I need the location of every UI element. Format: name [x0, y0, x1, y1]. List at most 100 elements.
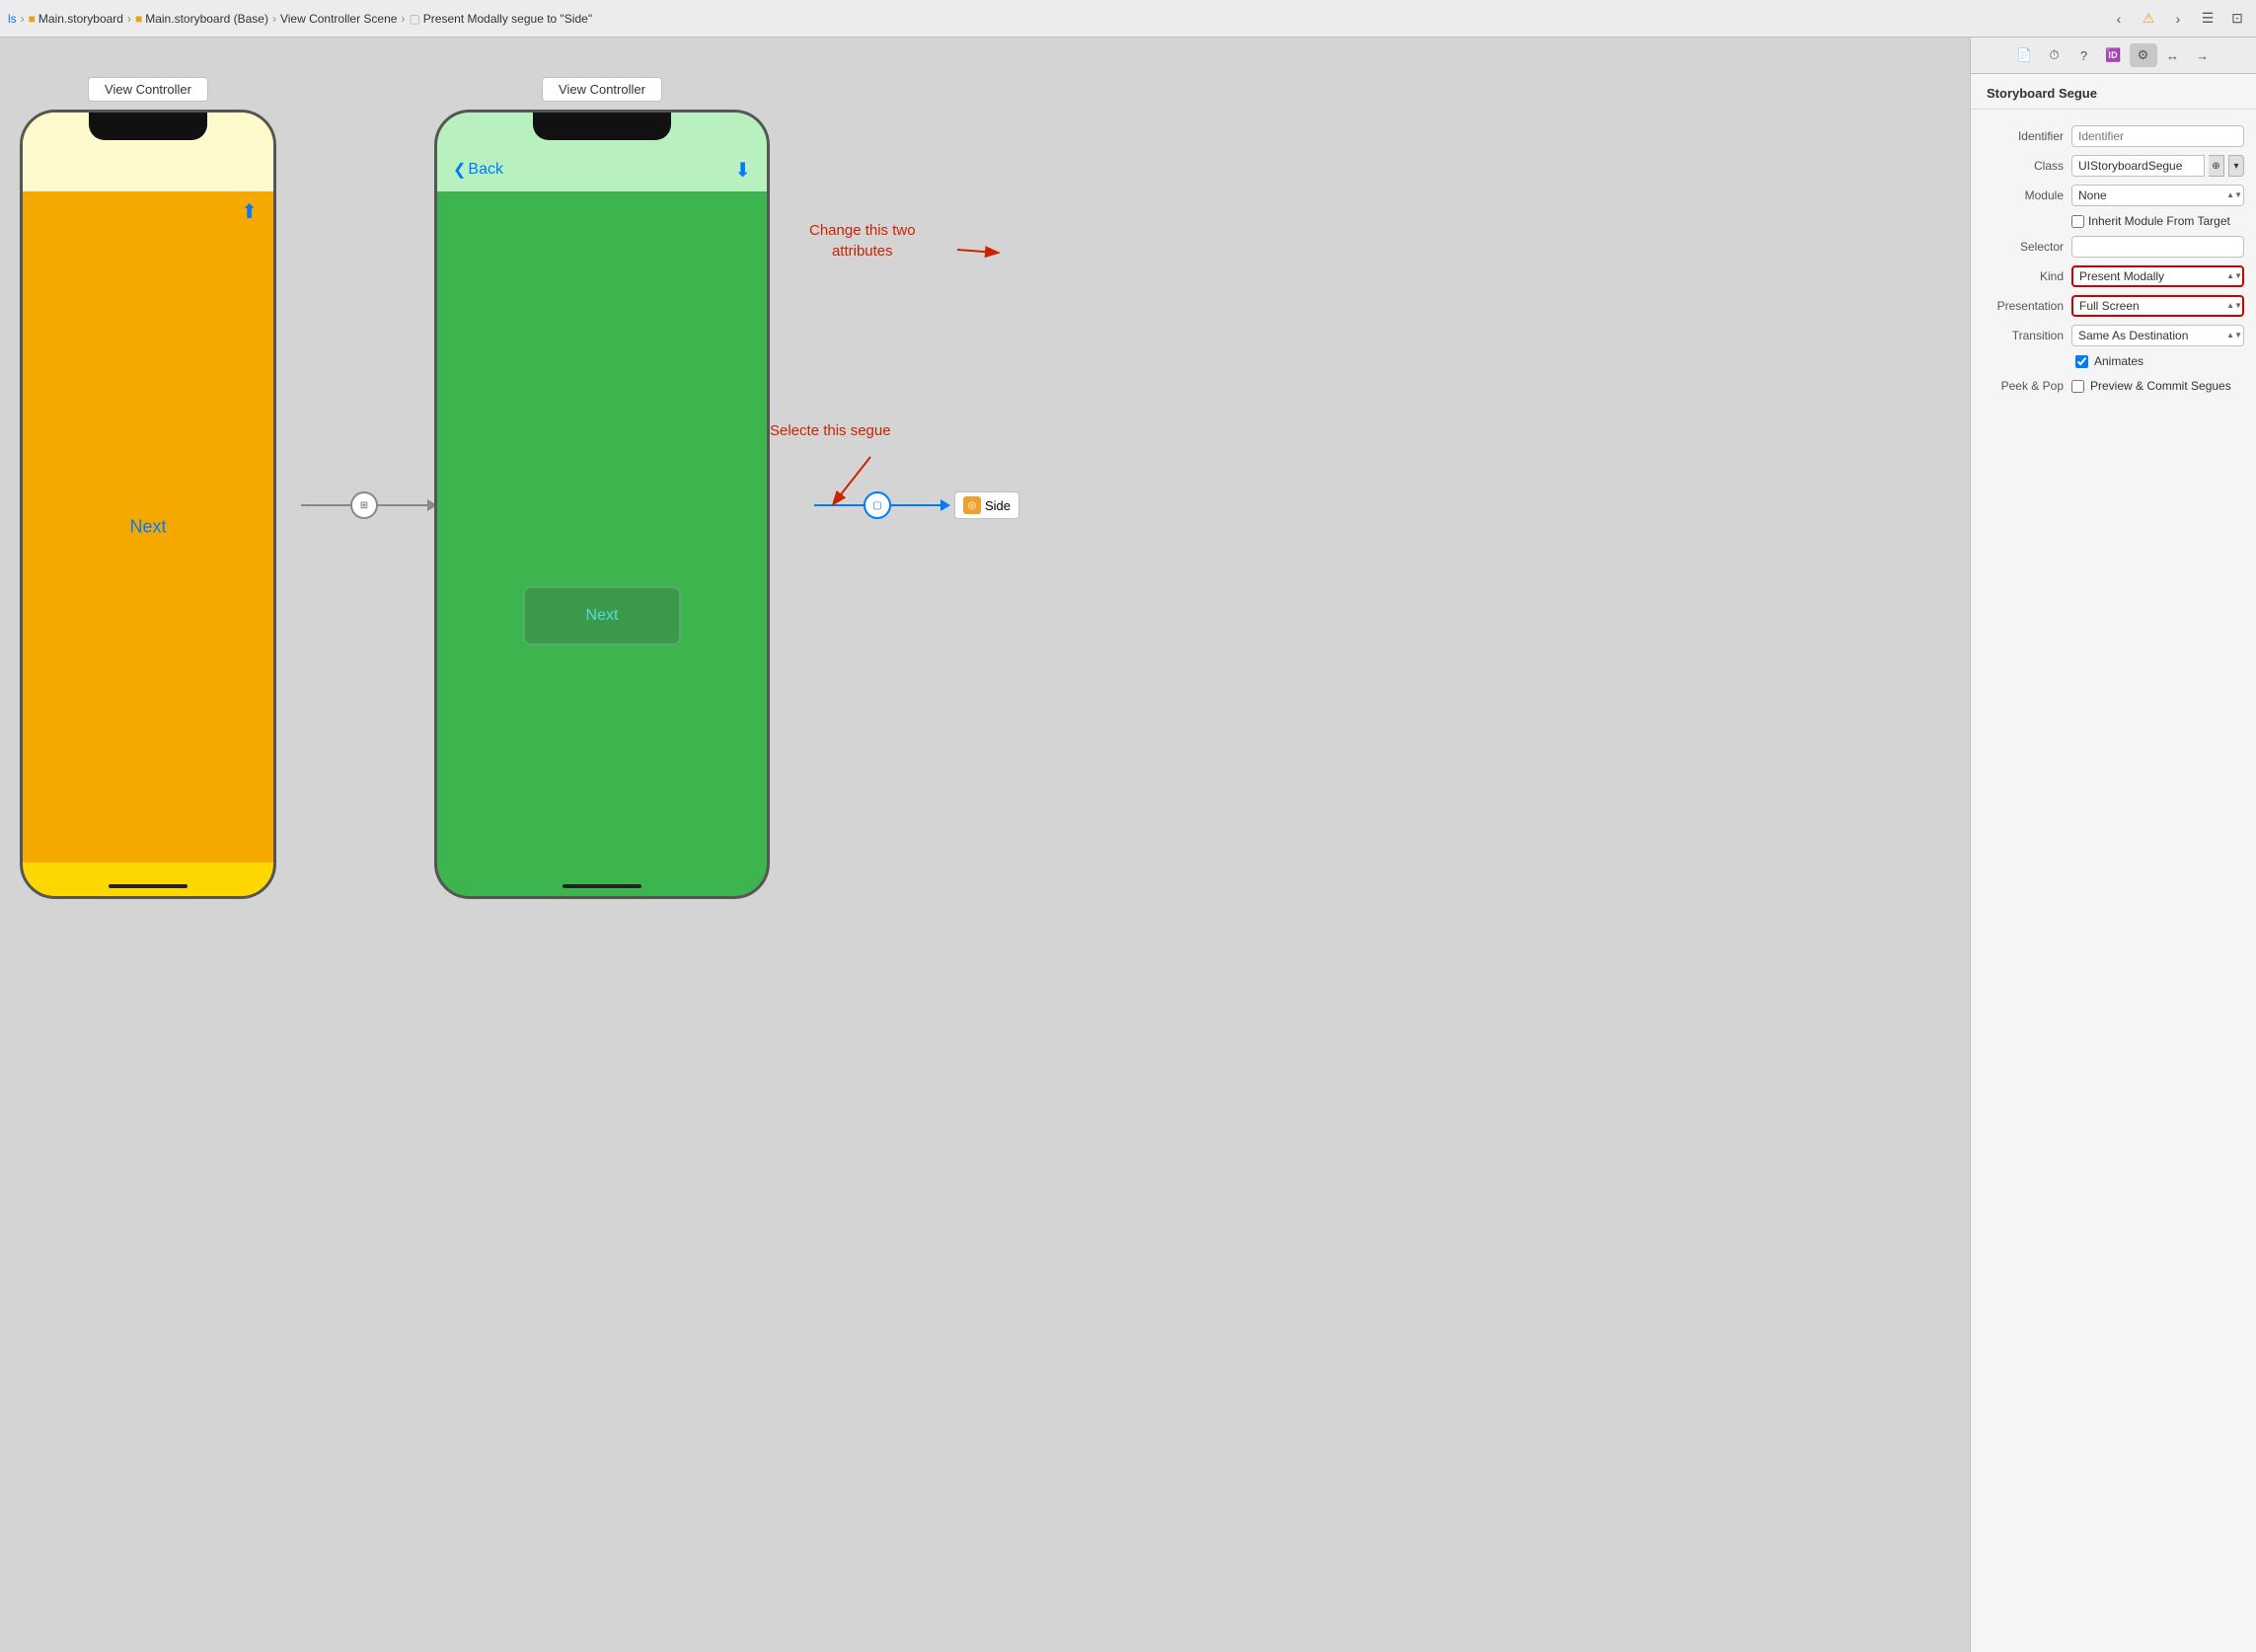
inspector-panel: 📄 ⏱ ? 🆔 ⚙ ↔ → Storyboard Segue Identifie…	[1970, 38, 2256, 1652]
left-phone-notch	[89, 113, 207, 140]
editor-layout-button[interactable]: ☰	[2197, 8, 2218, 30]
right-phone-notch	[533, 113, 671, 140]
tab-connections[interactable]: →	[2189, 43, 2217, 67]
presentation-select[interactable]: Full Screen	[2071, 295, 2244, 317]
class-field-group: UIStoryboardSegue ⊕ ▾	[2071, 155, 2244, 177]
selector-label: Selector	[1983, 240, 2071, 254]
segue-left-connector: ⊞	[301, 491, 437, 519]
right-vc-panel: View Controller ❮ Back ⬇	[434, 77, 770, 899]
left-phone-mockup: Next ⬆	[20, 110, 276, 899]
inherit-module-checkbox[interactable]	[2071, 215, 2084, 228]
left-next-label: Next	[129, 517, 166, 538]
module-select-group: None ▲▼	[2071, 185, 2244, 206]
storyboard-base-icon: ■	[135, 12, 142, 26]
kind-select-group: Present Modally ▲▼	[2071, 265, 2244, 287]
main-area: View Controller Next ⬆ ⊞	[0, 38, 2256, 1652]
segue-left-line	[301, 504, 350, 506]
right-next-label: Next	[586, 607, 619, 625]
tab-help[interactable]: ?	[2070, 43, 2098, 67]
segue-right-line1	[814, 504, 864, 506]
nav-bar: ❮ Back ⬇	[437, 148, 767, 191]
upload-icon: ⬇	[734, 158, 751, 183]
segue-right-icon[interactable]: ▢	[864, 491, 891, 519]
class-dropdown-btn[interactable]: ▾	[2228, 155, 2244, 177]
kind-select-arrows: ▲▼	[2226, 272, 2242, 280]
peek-pop-check-label[interactable]: Preview & Commit Segues	[2071, 379, 2231, 393]
annotation-select-segue: Selecte this segue	[770, 422, 891, 439]
segue-right-connector[interactable]: ▢ ◎ Side	[814, 491, 1019, 519]
right-home-indicator	[563, 884, 641, 888]
side-dest-icon: ◎	[963, 496, 981, 514]
fullscreen-button[interactable]: ⊡	[2226, 8, 2248, 30]
warning-button[interactable]: ⚠	[2138, 8, 2159, 30]
right-phone-mockup: ❮ Back ⬇ Next	[434, 110, 770, 899]
identifier-label: Identifier	[1983, 129, 2071, 143]
breadcrumb-item-ls[interactable]: ls	[8, 12, 17, 26]
identifier-input[interactable]	[2071, 125, 2244, 147]
breadcrumb-sep-3: ›	[272, 12, 276, 26]
animates-label[interactable]: Animates	[2075, 354, 2143, 368]
annotation-change-attributes: Change this twoattributes	[809, 220, 916, 262]
inspector-tab-bar: 📄 ⏱ ? 🆔 ⚙ ↔ →	[1971, 38, 2256, 74]
share-icon: ⬆	[241, 199, 258, 224]
right-next-button[interactable]: Next	[523, 586, 681, 645]
toolbar: ls › ■ Main.storyboard › ■ Main.storyboa…	[0, 0, 2256, 38]
segue-icon: ▢	[409, 12, 419, 26]
segue-left-line2	[378, 504, 427, 506]
class-row: Class UIStoryboardSegue ⊕ ▾	[1971, 151, 2256, 181]
toolbar-right: ‹ ⚠ › ☰ ⊡	[2108, 8, 2248, 30]
transition-select[interactable]: Same As Destination	[2071, 325, 2244, 346]
tab-identity[interactable]: 🆔	[2100, 43, 2128, 67]
right-vc-label: View Controller	[542, 77, 662, 102]
breadcrumb-sep-1: ›	[21, 12, 25, 26]
inherit-module-row: Inherit Module From Target	[1971, 210, 2256, 232]
module-select-arrows: ▲▼	[2226, 191, 2242, 199]
selector-input[interactable]	[2071, 236, 2244, 258]
inherit-module-label[interactable]: Inherit Module From Target	[2071, 214, 2230, 228]
tab-size[interactable]: ↔	[2159, 43, 2187, 67]
back-button[interactable]: ❮ Back	[453, 160, 503, 180]
kind-select[interactable]: Present Modally	[2071, 265, 2244, 287]
peek-pop-row: Peek & Pop Preview & Commit Segues	[1971, 372, 2256, 400]
canvas-area[interactable]: View Controller Next ⬆ ⊞	[0, 38, 1970, 1652]
presentation-label: Presentation	[1983, 299, 2071, 313]
breadcrumb-item-base[interactable]: ■ Main.storyboard (Base)	[135, 12, 268, 26]
storyboard-icon: ■	[29, 12, 36, 26]
breadcrumb-item-segue[interactable]: ▢ Present Modally segue to "Side"	[409, 12, 592, 26]
inspector-title: Storyboard Segue	[1971, 74, 2256, 110]
tab-history[interactable]: ⏱	[2041, 43, 2068, 67]
nav-forward-button[interactable]: ›	[2167, 8, 2189, 30]
side-dest-label: Side	[985, 498, 1011, 513]
nav-back-button[interactable]: ‹	[2108, 8, 2130, 30]
back-label: Back	[468, 161, 503, 179]
transition-select-group: Same As Destination ▲▼	[2071, 325, 2244, 346]
animates-text: Animates	[2094, 354, 2143, 368]
breadcrumb-item-scene[interactable]: View Controller Scene	[280, 12, 398, 26]
breadcrumb-item-main[interactable]: ■ Main.storyboard	[29, 12, 123, 26]
class-label: Class	[1983, 159, 2071, 173]
transition-row: Transition Same As Destination ▲▼	[1971, 321, 2256, 350]
breadcrumb-sep-2: ›	[127, 12, 131, 26]
transition-label: Transition	[1983, 329, 2071, 342]
animates-checkbox[interactable]	[2075, 355, 2088, 368]
presentation-select-arrows: ▲▼	[2226, 302, 2242, 310]
animates-row: Animates	[1971, 350, 2256, 372]
identifier-row: Identifier	[1971, 121, 2256, 151]
breadcrumb: ls › ■ Main.storyboard › ■ Main.storyboa…	[8, 12, 2104, 26]
inherit-module-text: Inherit Module From Target	[2088, 214, 2230, 228]
tab-attributes[interactable]: ⚙	[2130, 43, 2157, 67]
breadcrumb-sep-4: ›	[401, 12, 405, 26]
right-phone-body: Next	[437, 191, 767, 863]
chevron-left-icon: ❮	[453, 160, 466, 180]
class-value: UIStoryboardSegue	[2071, 155, 2205, 177]
side-destination: ◎ Side	[954, 491, 1019, 519]
peek-pop-checkbox[interactable]	[2071, 380, 2084, 393]
module-select[interactable]: None	[2071, 185, 2244, 206]
segue-right-line2	[891, 504, 940, 506]
peek-pop-label: Peek & Pop	[1983, 379, 2071, 393]
tab-file[interactable]: 📄	[2011, 43, 2039, 67]
peek-pop-text: Preview & Commit Segues	[2090, 379, 2231, 393]
kind-label: Kind	[1983, 269, 2071, 283]
class-up-btn[interactable]: ⊕	[2209, 155, 2224, 177]
left-vc-label: View Controller	[88, 77, 208, 102]
